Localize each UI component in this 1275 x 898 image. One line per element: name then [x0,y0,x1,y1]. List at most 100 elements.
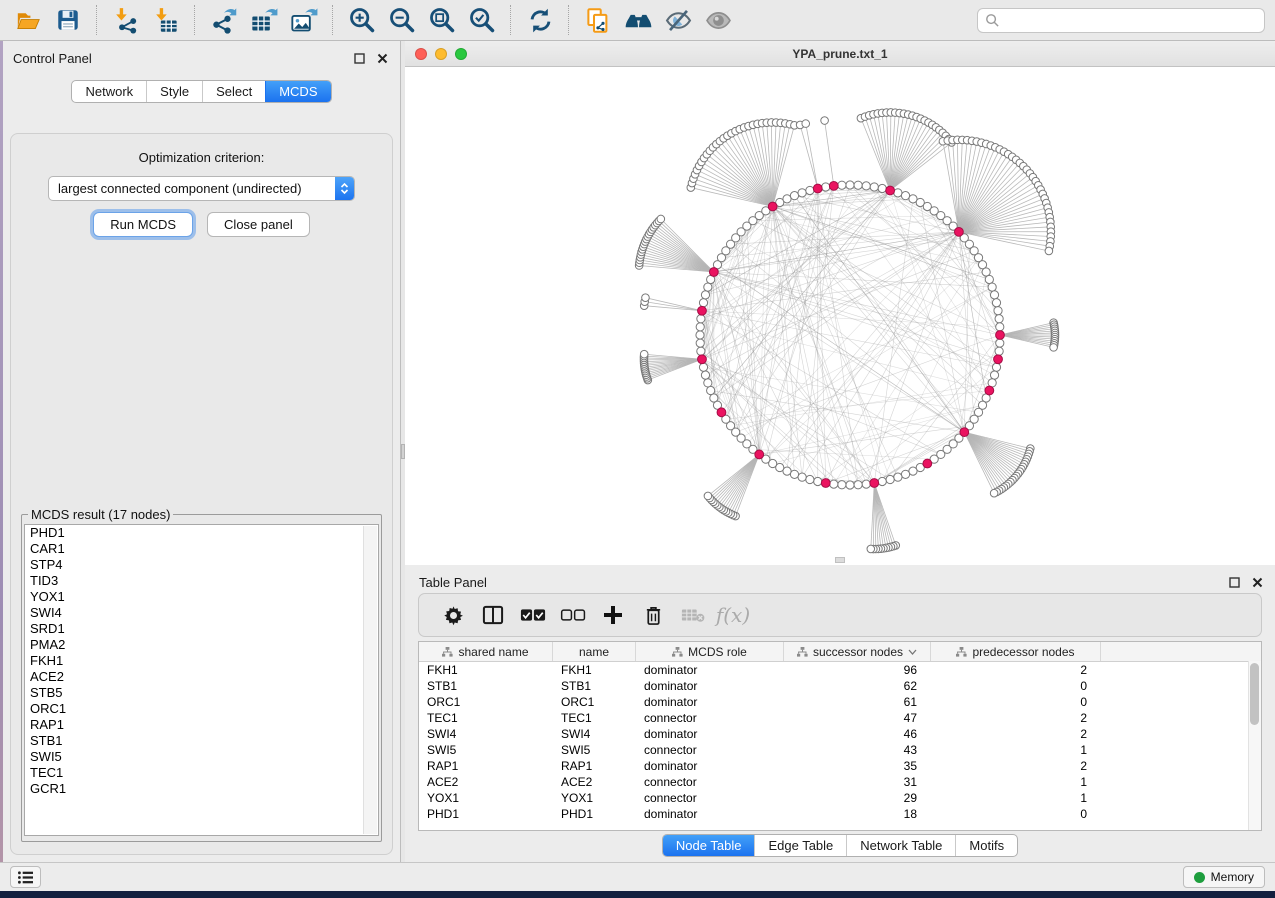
list-scrollbar[interactable] [363,526,377,834]
column-header-name[interactable]: name [553,642,636,661]
float-panel-icon[interactable] [351,50,367,66]
run-mcds-button[interactable]: Run MCDS [93,212,193,237]
table-row[interactable]: FKH1FKH1dominator962 [419,662,1261,678]
mcds-result-item: SRD1 [25,621,378,637]
export-network-icon[interactable] [207,3,241,37]
table-cell: SWI5 [553,743,636,757]
table-cell: dominator [636,695,784,709]
toolbar-separator [96,5,98,35]
search-input[interactable] [1005,12,1264,29]
table-row[interactable]: PHD1PHD1dominator180 [419,806,1261,822]
table-row[interactable]: ACE2ACE2connector311 [419,774,1261,790]
memory-button[interactable]: Memory [1183,866,1265,888]
table-cell: FKH1 [419,663,553,677]
save-session-icon[interactable] [51,3,85,37]
refresh-view-icon[interactable] [523,3,557,37]
table-cell: 2 [931,663,1101,677]
table-row[interactable]: SWI5SWI5connector431 [419,742,1261,758]
column-header-successor-nodes[interactable]: successor nodes [784,642,931,661]
import-network-icon[interactable] [109,3,143,37]
mcds-result-list[interactable]: PHD1CAR1STP4TID3YOX1SWI4SRD1PMA2FKH1ACE2… [24,524,379,836]
tab-motifs[interactable]: Motifs [955,835,1017,856]
add-row-icon[interactable] [593,600,633,630]
mcds-result-item: STB5 [25,685,378,701]
table-row[interactable]: SWI4SWI4dominator462 [419,726,1261,742]
zoom-in-icon[interactable] [345,3,379,37]
column-header-shared-name[interactable]: shared name [419,642,553,661]
table-cell: dominator [636,759,784,773]
clone-network-icon[interactable] [581,3,615,37]
table-cell: 2 [931,759,1101,773]
table-scrollbar[interactable] [1248,661,1261,830]
control-panel: Control Panel Network Style Select MCDS … [3,41,400,862]
table-row[interactable]: RAP1RAP1dominator352 [419,758,1261,774]
delete-table-icon[interactable] [673,600,713,630]
open-file-icon[interactable] [11,3,45,37]
zoom-selected-icon[interactable] [465,3,499,37]
maximize-window-icon[interactable] [455,48,467,60]
show-all-icon[interactable] [701,3,735,37]
table-row[interactable]: YOX1YOX1connector291 [419,790,1261,806]
table-cell: 47 [784,711,931,725]
mcds-result-item: RAP1 [25,717,378,733]
column-header-MCDS-role[interactable]: MCDS role [636,642,784,661]
export-table-icon[interactable] [247,3,281,37]
float-panel-icon[interactable] [1226,574,1242,590]
desktop-background [0,41,3,862]
minimize-window-icon[interactable] [435,48,447,60]
close-window-icon[interactable] [415,48,427,60]
table-panel-title: Table Panel [419,575,487,590]
tab-select[interactable]: Select [202,81,265,102]
network-graph[interactable] [405,67,1275,565]
table-header-row: shared namenameMCDS rolesuccessor nodesp… [419,642,1261,662]
table-row[interactable]: STB1STB1dominator620 [419,678,1261,694]
table-cell: STB1 [419,679,553,693]
task-history-button[interactable] [10,866,41,888]
tab-style[interactable]: Style [146,81,202,102]
select-all-icon[interactable] [513,600,553,630]
network-title: YPA_prune.txt_1 [792,47,887,61]
export-image-icon[interactable] [287,3,321,37]
criterion-dropdown[interactable]: largest connected component (undirected) [48,176,355,201]
binoculars-icon[interactable] [621,3,655,37]
table-toolbar: f(x) [418,593,1262,637]
column-header-predecessor-nodes[interactable]: predecessor nodes [931,642,1101,661]
control-panel-tab-bar: Network Style Select MCDS [71,80,331,103]
table-cell: SWI4 [553,727,636,741]
network-view-window: YPA_prune.txt_1 [405,41,1275,565]
delete-row-icon[interactable] [633,600,673,630]
tab-network[interactable]: Network [72,81,146,102]
close-panel-button[interactable]: Close panel [207,212,310,237]
table-cell: connector [636,775,784,789]
zoom-out-icon[interactable] [385,3,419,37]
tab-node-table[interactable]: Node Table [663,835,755,856]
scrollbar-thumb[interactable] [1250,663,1259,725]
function-builder-icon[interactable]: f(x) [713,600,753,630]
splitter-handle-icon[interactable] [835,557,845,563]
hide-selected-icon[interactable] [661,3,695,37]
table-row[interactable]: TEC1TEC1connector472 [419,710,1261,726]
table-row[interactable]: ORC1ORC1dominator610 [419,694,1261,710]
tab-mcds[interactable]: MCDS [265,81,330,102]
search-icon [985,13,1000,28]
tab-edge-table[interactable]: Edge Table [754,835,846,856]
memory-status-icon [1194,872,1205,883]
cytoscape-window: Control Panel Network Style Select MCDS … [0,0,1275,891]
table-cell: TEC1 [553,711,636,725]
criterion-value: largest connected component (undirected) [49,181,335,196]
tab-network-table[interactable]: Network Table [846,835,955,856]
zoom-fit-icon[interactable] [425,3,459,37]
columns-icon[interactable] [473,600,513,630]
deselect-all-icon[interactable] [553,600,593,630]
search-box [977,8,1265,33]
network-canvas[interactable] [405,67,1275,565]
table-cell: 0 [931,807,1101,821]
close-panel-icon[interactable] [1249,574,1265,590]
network-titlebar[interactable]: YPA_prune.txt_1 [405,41,1275,67]
gear-icon[interactable] [433,600,473,630]
close-panel-icon[interactable] [374,50,390,66]
table-cell: FKH1 [553,663,636,677]
toolbar-separator [568,5,570,35]
mcds-result-item: TID3 [25,573,378,589]
import-table-icon[interactable] [149,3,183,37]
